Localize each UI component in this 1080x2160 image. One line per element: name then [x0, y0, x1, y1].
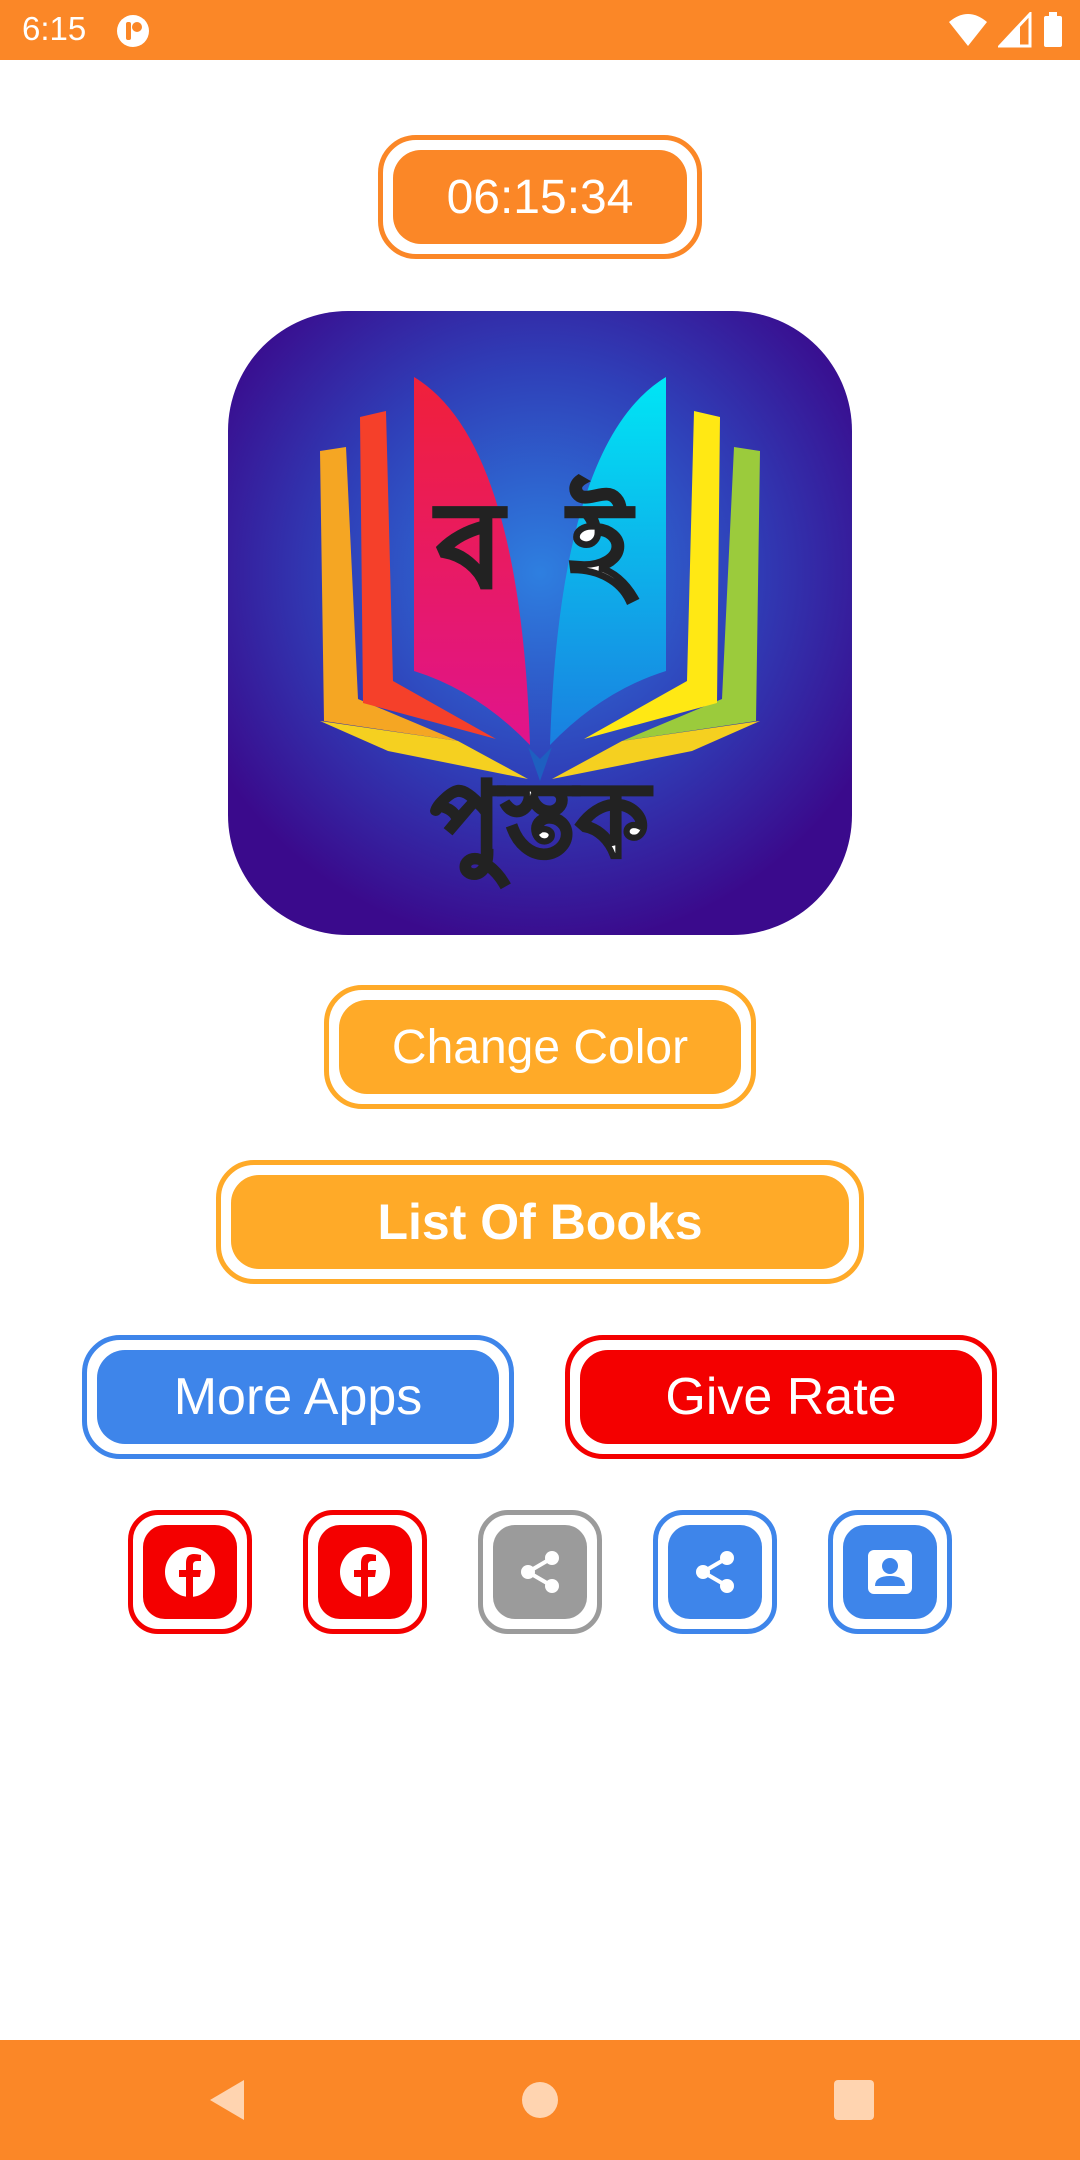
- give-rate-label: Give Rate: [580, 1350, 982, 1444]
- facebook-icon: [165, 1547, 215, 1597]
- facebook-button-2[interactable]: [303, 1510, 427, 1634]
- more-apps-label: More Apps: [97, 1350, 499, 1444]
- recents-icon[interactable]: [826, 2072, 882, 2128]
- share-icon: [696, 1551, 734, 1593]
- change-color-label: Change Color: [339, 1000, 741, 1094]
- cell-signal-icon: [998, 12, 1032, 48]
- change-color-button[interactable]: Change Color: [324, 985, 756, 1109]
- wifi-icon: [949, 14, 987, 46]
- share-icon: [521, 1551, 559, 1593]
- facebook-icon: [340, 1547, 390, 1597]
- logo-letter-left: ব: [433, 476, 507, 614]
- status-icons: [938, 12, 1064, 50]
- clock-time: 06:15:34: [393, 150, 687, 244]
- share-button-blue[interactable]: [653, 1510, 777, 1634]
- facebook-button-1[interactable]: [128, 1510, 252, 1634]
- navigation-bar: [0, 2040, 1080, 2160]
- app-notification-icon: [117, 15, 149, 47]
- home-icon[interactable]: [512, 2072, 568, 2128]
- list-of-books-button[interactable]: List Of Books: [216, 1160, 864, 1284]
- more-apps-button[interactable]: More Apps: [82, 1335, 514, 1459]
- logo-letter-right: ই: [565, 475, 638, 614]
- status-bar: 6:15: [0, 0, 1080, 60]
- give-rate-button[interactable]: Give Rate: [565, 1335, 997, 1459]
- account-button[interactable]: [828, 1510, 952, 1634]
- share-button-gray[interactable]: [478, 1510, 602, 1634]
- clock-display: 06:15:34: [378, 135, 702, 259]
- account-icon: [868, 1550, 912, 1594]
- list-of-books-label: List Of Books: [231, 1175, 849, 1269]
- app-logo: ব ই পুস্তক: [228, 311, 852, 935]
- status-time: 6:15: [22, 10, 87, 47]
- logo-word: পুস্তক: [431, 759, 652, 887]
- battery-icon: [1044, 12, 1062, 47]
- back-icon[interactable]: [198, 2072, 254, 2128]
